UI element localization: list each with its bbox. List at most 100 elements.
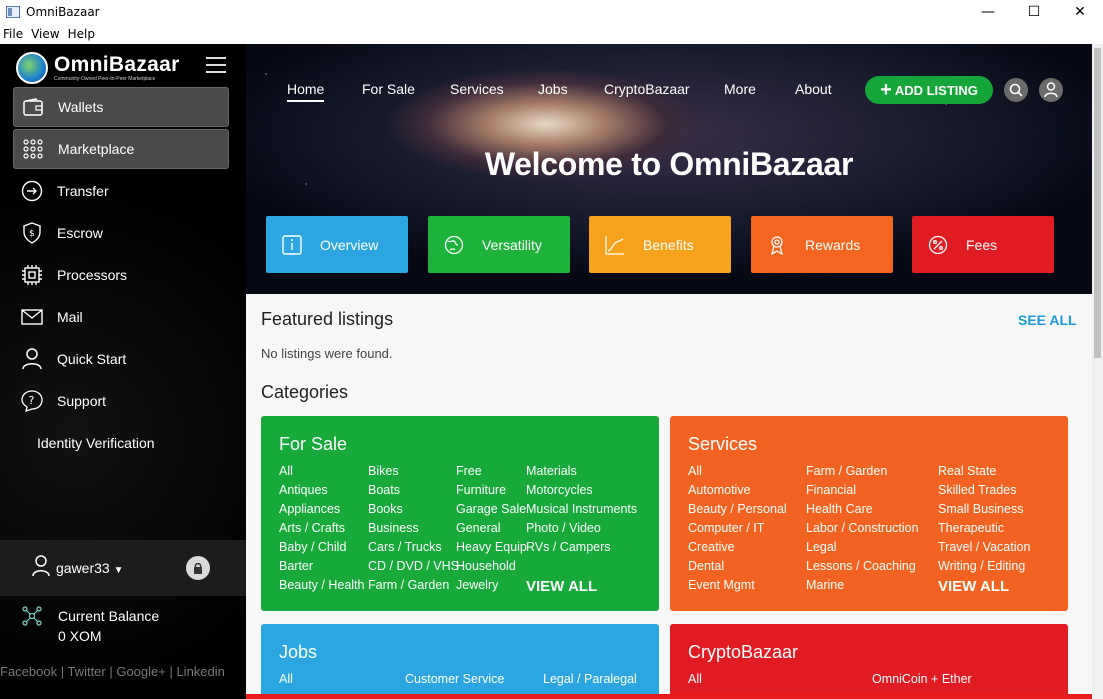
tile-benefits[interactable]: Benefits	[589, 216, 731, 273]
category-link[interactable]: RVs / Campers	[526, 538, 637, 557]
sidebar-item-quick-start[interactable]: Quick Start	[13, 339, 229, 379]
tile-overview[interactable]: Overview	[266, 216, 408, 273]
category-link[interactable]: All	[279, 670, 293, 689]
nav-for-sale[interactable]: For Sale	[362, 81, 415, 97]
category-link[interactable]: Heavy Equip	[456, 538, 527, 557]
category-link[interactable]: Photo / Video	[526, 519, 637, 538]
category-link[interactable]: Antiques	[279, 481, 364, 500]
sidebar-item-support[interactable]: ? Support	[13, 381, 229, 421]
minimize-button[interactable]: —	[965, 0, 1011, 24]
nav-services[interactable]: Services	[450, 81, 504, 97]
category-link[interactable]: Musical Instruments	[526, 500, 637, 519]
tile-fees[interactable]: Fees	[912, 216, 1054, 273]
category-link[interactable]: Household	[456, 557, 527, 576]
social-links[interactable]: Facebook | Twitter | Google+ | Linkedin	[0, 664, 225, 679]
category-link[interactable]: Bikes	[368, 462, 459, 481]
sidebar-item-transfer[interactable]: Transfer	[13, 171, 229, 211]
menu-view[interactable]: View	[31, 27, 59, 41]
category-link[interactable]: Beauty / Personal	[688, 500, 787, 519]
sidebar-item-escrow[interactable]: $ Escrow	[13, 213, 229, 253]
category-title[interactable]: Jobs	[279, 642, 317, 663]
category-link[interactable]: Arts / Crafts	[279, 519, 364, 538]
category-link[interactable]: Furniture	[456, 481, 527, 500]
vertical-scrollbar[interactable]	[1092, 44, 1103, 699]
category-link[interactable]: Beauty / Health	[279, 576, 364, 595]
profile-button[interactable]	[1039, 78, 1063, 102]
category-link[interactable]: All	[688, 462, 787, 481]
menu-help[interactable]: Help	[68, 27, 95, 41]
category-link[interactable]: Farm / Garden	[368, 576, 459, 595]
category-link[interactable]: Computer / IT	[688, 519, 787, 538]
view-all-link[interactable]: VIEW ALL	[938, 577, 1030, 596]
category-link[interactable]: Farm / Garden	[806, 462, 919, 481]
category-link[interactable]: Books	[368, 500, 459, 519]
category-link[interactable]: Small Business	[938, 500, 1030, 519]
category-title[interactable]: For Sale	[279, 434, 347, 455]
view-all-link[interactable]: VIEW ALL	[526, 577, 637, 596]
category-link[interactable]: Real State	[938, 462, 1030, 481]
sidebar-item-wallets[interactable]: Wallets	[13, 87, 229, 127]
category-link[interactable]: Travel / Vacation	[938, 538, 1030, 557]
category-link[interactable]: Creative	[688, 538, 787, 557]
menu-bar: File View Help	[0, 24, 1103, 44]
category-link[interactable]: General	[456, 519, 527, 538]
category-link[interactable]: Boats	[368, 481, 459, 500]
category-link[interactable]: Baby / Child	[279, 538, 364, 557]
nav-cryptobazaar[interactable]: CryptoBazaar	[604, 81, 690, 97]
close-button[interactable]: ✕	[1057, 0, 1103, 24]
category-link[interactable]: Dental	[688, 557, 787, 576]
no-listings-message: No listings were found.	[261, 346, 393, 361]
category-link[interactable]: Labor / Construction	[806, 519, 919, 538]
sidebar-item-identity-verification[interactable]: Identity Verification	[13, 423, 229, 463]
caret-down-icon: ▼	[113, 565, 124, 576]
category-link[interactable]: Lessons / Coaching	[806, 557, 919, 576]
category-link[interactable]: Customer Service	[405, 670, 504, 689]
category-link[interactable]: OmniCoin + Ether	[872, 670, 972, 689]
category-link[interactable]: Skilled Trades	[938, 481, 1030, 500]
category-link[interactable]: Legal	[806, 538, 919, 557]
category-link[interactable]: Motorcycles	[526, 481, 637, 500]
maximize-button[interactable]: ☐	[1011, 0, 1057, 24]
category-link[interactable]: Free	[456, 462, 527, 481]
sidebar-item-mail[interactable]: Mail	[13, 297, 229, 337]
category-link[interactable]: Garage Sale	[456, 500, 527, 519]
category-link[interactable]: Barter	[279, 557, 364, 576]
username-dropdown[interactable]: gawer33 ▼	[56, 560, 124, 576]
menu-file[interactable]: File	[3, 27, 23, 41]
category-link[interactable]: Materials	[526, 462, 637, 481]
category-link[interactable]: Marine	[806, 576, 919, 595]
category-link[interactable]: Event Mgmt	[688, 576, 787, 595]
nav-home[interactable]: Home	[287, 81, 325, 102]
category-link[interactable]: All	[279, 462, 364, 481]
category-link[interactable]: Jewelry	[456, 576, 527, 595]
nav-more[interactable]: More	[724, 81, 756, 97]
category-link[interactable]: Health Care	[806, 500, 919, 519]
category-link[interactable]: Business	[368, 519, 459, 538]
tile-versatility[interactable]: Versatility	[428, 216, 570, 273]
category-link[interactable]: Financial	[806, 481, 919, 500]
nav-about[interactable]: About	[795, 81, 832, 97]
category-link[interactable]: Therapeutic	[938, 519, 1030, 538]
category-link[interactable]: Cars / Trucks	[368, 538, 459, 557]
category-title[interactable]: Services	[688, 434, 757, 455]
lock-button[interactable]	[186, 556, 210, 580]
category-title[interactable]: CryptoBazaar	[688, 642, 798, 663]
category-link[interactable]: Appliances	[279, 500, 364, 519]
scrollbar-thumb[interactable]	[1094, 48, 1101, 358]
tile-label: Overview	[320, 236, 379, 253]
sidebar-item-processors[interactable]: Processors	[13, 255, 229, 295]
search-button[interactable]	[1004, 78, 1028, 102]
award-icon	[767, 235, 787, 255]
sidebar-item-marketplace[interactable]: Marketplace	[13, 129, 229, 169]
category-link[interactable]: All	[688, 670, 702, 689]
category-link[interactable]: Automotive	[688, 481, 787, 500]
add-listing-button[interactable]: + ADD LISTING	[865, 76, 993, 104]
category-link[interactable]: Legal / Paralegal	[543, 670, 637, 689]
tile-rewards[interactable]: Rewards	[751, 216, 893, 273]
logo[interactable]: OmniBazaar Community-Owned Peer-to-Peer …	[16, 50, 231, 86]
nav-jobs[interactable]: Jobs	[538, 81, 568, 97]
hamburger-menu-icon[interactable]	[206, 57, 226, 73]
category-link[interactable]: Writing / Editing	[938, 557, 1030, 576]
see-all-link[interactable]: SEE ALL	[1018, 312, 1077, 328]
category-link[interactable]: CD / DVD / VHS	[368, 557, 459, 576]
